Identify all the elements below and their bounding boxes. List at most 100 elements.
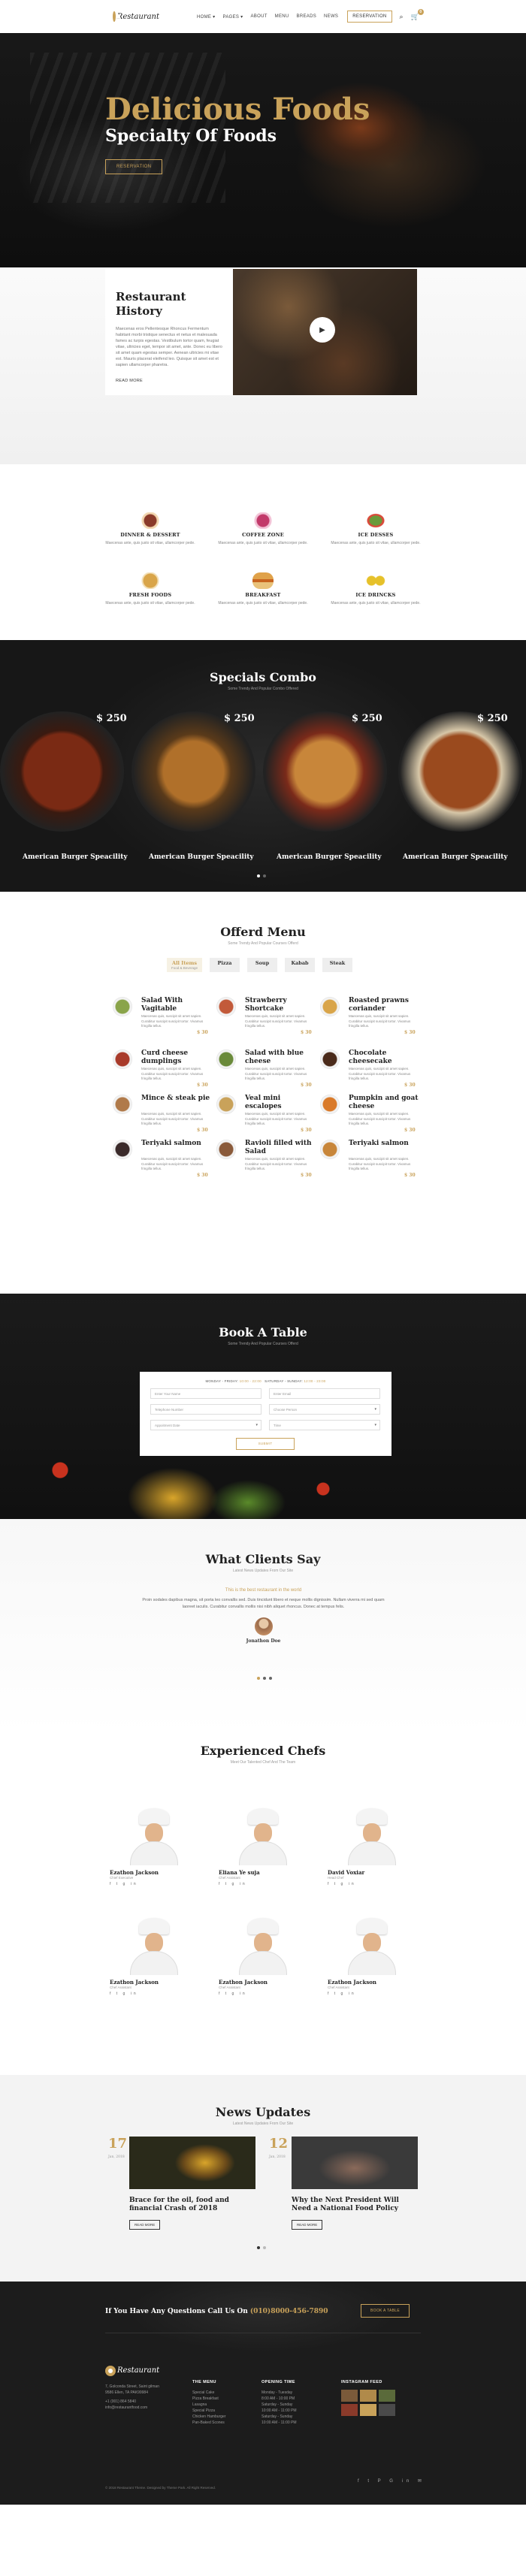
combo-image (0, 711, 124, 832)
news-date: 17 Jan, 2018 (108, 2137, 127, 2164)
carousel-dots[interactable] (257, 2246, 266, 2249)
tab-soup[interactable]: Soup (247, 958, 278, 972)
news-image[interactable] (129, 2137, 255, 2189)
chef-name: Ezathon Jackson (110, 1979, 159, 1986)
combo-name[interactable]: American Burger Speacility (149, 853, 254, 861)
chef-social-icons[interactable]: f t g in (219, 1882, 247, 1886)
footer-menu-link[interactable]: Special Cake (192, 2390, 225, 2396)
book-table-button[interactable]: BOOK A TABLE (361, 2304, 410, 2318)
tab-kabab[interactable]: Kabab (285, 958, 316, 972)
nav-about[interactable]: ABOUT (251, 14, 268, 20)
feature-text: Maecenas ante, quis justo sit vitae, ull… (218, 601, 308, 605)
date-select[interactable]: Appoitment Date (150, 1420, 261, 1430)
search-icon[interactable]: ⌕ (400, 13, 404, 21)
chef-card[interactable]: Eliana Ye suja Chef Assistant f t g in (214, 1805, 312, 1889)
news-image[interactable] (292, 2137, 418, 2189)
footer-menu-link[interactable]: Pizza Breakfast (192, 2396, 225, 2402)
dish-description: Maecenas quis, suscipit sit amet sapien.… (141, 1067, 204, 1080)
chef-social-icons[interactable]: f t g in (219, 1992, 247, 1996)
tab-steak[interactable]: Steak (322, 958, 353, 972)
chef-social-icons[interactable]: f t g in (110, 1882, 138, 1886)
footer-menu-link[interactable]: Lasagna (192, 2402, 225, 2408)
feature-breakfast: BREAKFAST Maecenas ante, quis justo sit … (210, 572, 316, 606)
name-input[interactable]: Enter Your Name (150, 1388, 261, 1399)
dish-name: Chocolate cheesecake (349, 1049, 392, 1065)
chef-role: Chief Executive (110, 1876, 134, 1880)
news-headline[interactable]: Brace for the oil, food and financial Cr… (129, 2197, 249, 2213)
site-footer: If You Have Any Questions Call Us On (01… (0, 2282, 526, 2505)
news-title: News Updates (215, 2105, 311, 2119)
person-select[interactable]: Choose Person (269, 1404, 380, 1415)
phone-input[interactable]: Telephone Number (150, 1404, 261, 1415)
news-headline[interactable]: Why the Next President Will Need a Natio… (292, 2197, 412, 2213)
chef-name: Eliana Ye suja (219, 1869, 260, 1876)
nav-news[interactable]: NEWS (324, 14, 338, 20)
footer-logo[interactable]: Restaurant (105, 2366, 159, 2376)
hero-reservation-button[interactable]: RESERVATION (105, 159, 163, 174)
hero-title: Delicious Foods (105, 92, 370, 127)
history-read-more[interactable]: READ MORE (116, 379, 224, 383)
combo-price: $ 250 (352, 713, 382, 724)
instagram-thumb[interactable] (360, 2404, 376, 2416)
tab-pizza[interactable]: Pizza (210, 958, 240, 972)
dish-description: Maecenas quis, suscipit sit amet sapien.… (141, 1014, 204, 1028)
dish-price: $ 30 (404, 1083, 416, 1088)
footer-menu-link[interactable]: Pan-Baked Scones (192, 2420, 225, 2426)
instagram-thumb[interactable] (341, 2390, 358, 2402)
chef-card[interactable]: Ezathon Jackson Chief Executive f t g in (105, 1805, 203, 1889)
dish-name: Roasted prawns coriander (349, 997, 409, 1013)
footer-social-icons[interactable]: f t P G in ✉ (358, 2478, 425, 2484)
history-card: Restaurant History Maecenas eros Pellent… (105, 269, 233, 395)
email-input[interactable]: Enter Email (269, 1388, 380, 1399)
instagram-thumb[interactable] (360, 2390, 376, 2402)
footer-menu: THE MENU Special Cake Pizza Breakfast La… (192, 2379, 225, 2426)
site-header: Restaurant HOME ▾ PAGES ▾ ABOUT MENU BRE… (0, 0, 526, 33)
feature-title: COFFEE ZONE (242, 532, 284, 538)
submit-button[interactable]: SUBMIT (236, 1438, 295, 1450)
logo[interactable]: Restaurant (113, 11, 159, 22)
dish-description: Maecenas quis, suscipit sit amet sapien.… (245, 1014, 307, 1028)
menu-title: Offerd Menu (220, 925, 306, 939)
nav-breads[interactable]: BREADS (297, 14, 316, 20)
combo-name[interactable]: American Burger Speacility (277, 853, 382, 861)
carousel-dots[interactable] (257, 874, 266, 877)
logo-text: Restaurant (116, 12, 159, 21)
footer-menu-link[interactable]: Special Pizza (192, 2408, 225, 2414)
combo-name[interactable]: American Burger Speacility (23, 853, 128, 861)
chef-photo (323, 1805, 421, 1865)
chef-card[interactable]: Ezathon Jackson Chef Assistant f t g in (214, 1915, 312, 1999)
cart-icon[interactable]: 🛒 0 (411, 8, 424, 21)
time-select[interactable]: Time (269, 1420, 380, 1430)
chefs-subtitle: Meet Our Talented Chef And The Team (230, 1760, 296, 1765)
chef-card[interactable]: Ezathon Jackson Chef Assistant f t g in (105, 1915, 203, 1999)
read-more-button[interactable]: READ MORE (129, 2220, 161, 2230)
email-line[interactable]: info@restaurantfood.com (105, 2405, 159, 2411)
chef-social-icons[interactable]: f t g in (328, 1882, 356, 1886)
chef-card[interactable]: Ezathon Jackson Chef Assistant f t g in (323, 1915, 421, 1999)
instagram-thumb[interactable] (379, 2390, 395, 2402)
nav-menu[interactable]: MENU (275, 14, 289, 20)
play-icon[interactable]: ▶ (310, 317, 335, 343)
chef-face (254, 1933, 272, 1952)
nav-home[interactable]: HOME ▾ (197, 14, 215, 20)
combo-name[interactable]: American Burger Speacility (403, 853, 508, 861)
dish-price: $ 30 (197, 1030, 208, 1035)
chef-social-icons[interactable]: f t g in (110, 1992, 138, 1996)
footer-heading: THE MENU (192, 2380, 216, 2384)
nav-pages[interactable]: PAGES ▾ (222, 14, 243, 20)
carousel-dots[interactable] (257, 1677, 272, 1680)
read-more-button[interactable]: READ MORE (292, 2220, 323, 2230)
dish-image (113, 1049, 132, 1069)
hours-label: SATURDAY - SUNDAY: (265, 1379, 303, 1383)
chef-card[interactable]: David Voxiar Head Chef f t g in (323, 1805, 421, 1889)
chef-photo (214, 1915, 312, 1975)
chef-social-icons[interactable]: f t g in (328, 1992, 356, 1996)
avatar (254, 1617, 273, 1635)
instagram-thumb[interactable] (379, 2404, 395, 2416)
tab-all-items[interactable]: All Items Food & Beverage (167, 958, 203, 972)
footer-menu-link[interactable]: Chicken Hamburger (192, 2414, 225, 2420)
reservation-button[interactable]: RESERVATION (347, 11, 392, 23)
chef-role: Chef Assistant (219, 1876, 240, 1880)
cta-phone[interactable]: (010)8000-456-7890 (250, 2308, 328, 2315)
instagram-thumb[interactable] (341, 2404, 358, 2416)
